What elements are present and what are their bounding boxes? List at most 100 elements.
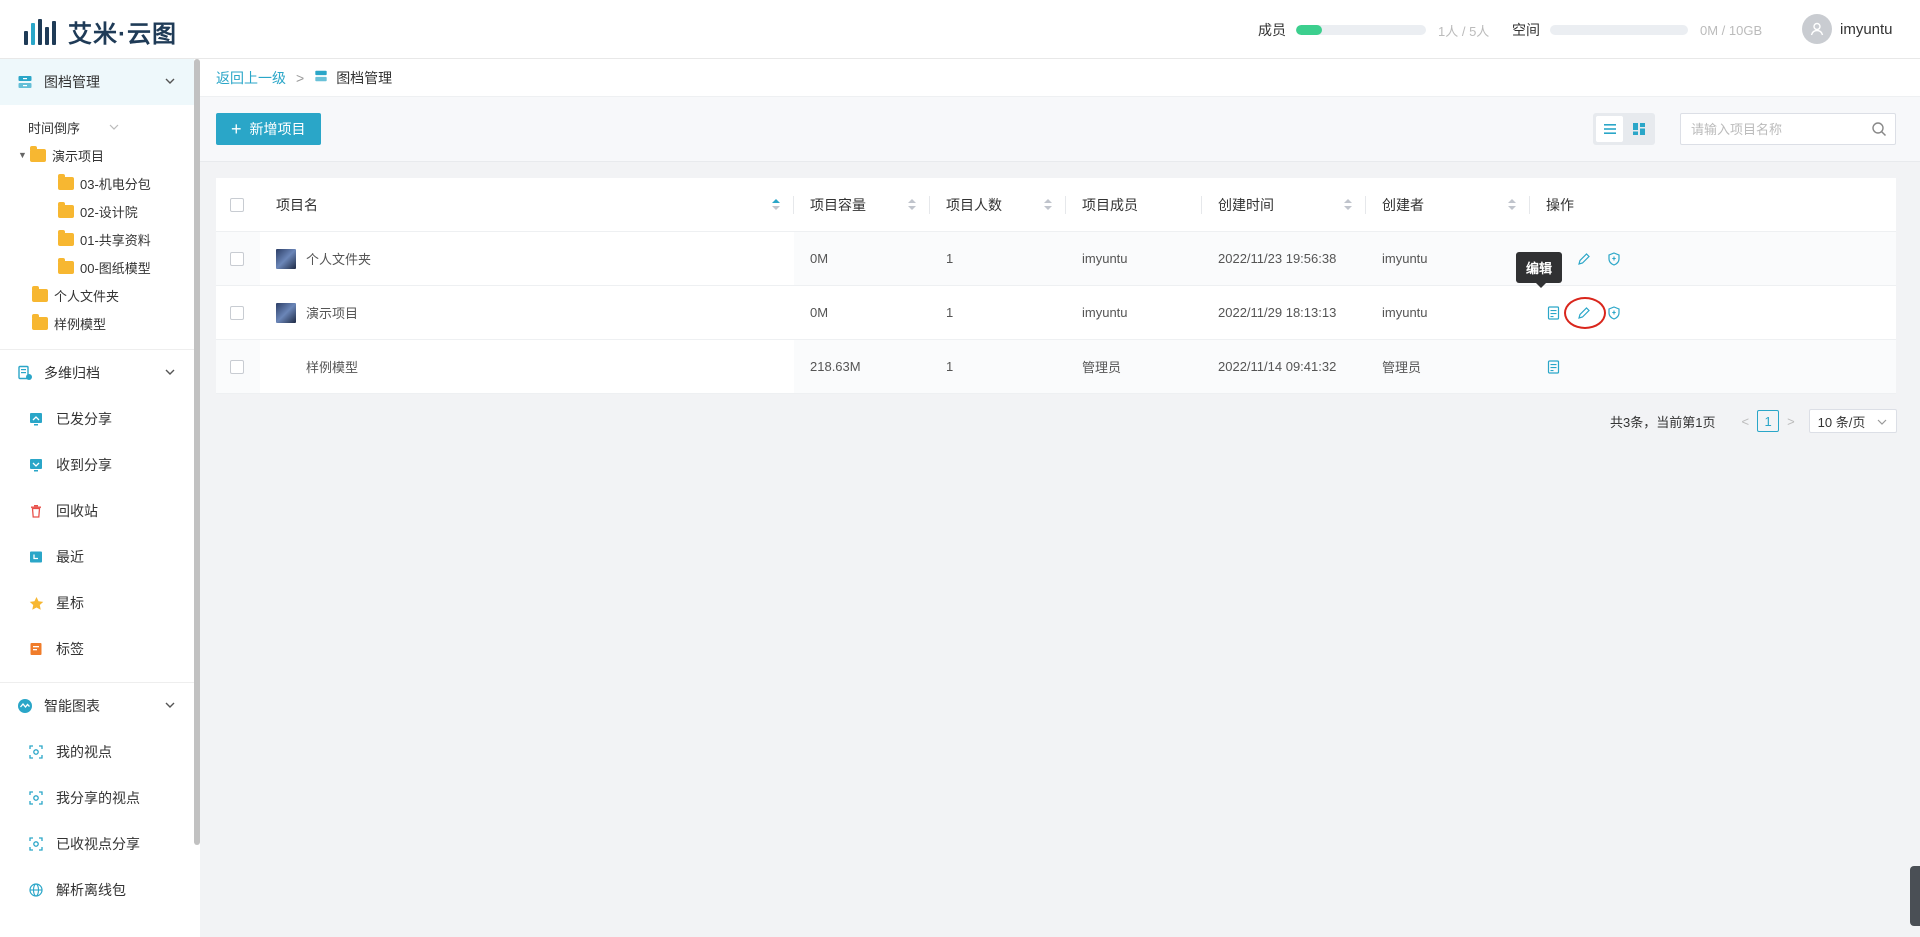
breadcrumb-back-link[interactable]: 返回上一级 — [216, 68, 286, 88]
view-toggle — [1593, 113, 1655, 145]
project-name[interactable]: 演示项目 — [306, 303, 358, 322]
folder-tree: 时间倒序 ▼ 演示项目 03-机电分包 02-设计院 01-共享资料 00-图纸… — [0, 105, 194, 343]
sidebar-item-tags[interactable]: 标签 — [0, 626, 194, 672]
permission-shield-icon[interactable] — [1606, 251, 1622, 267]
project-name[interactable]: 个人文件夹 — [306, 249, 371, 268]
column-header-name[interactable]: 项目名 — [260, 178, 794, 231]
actions-cell — [1530, 286, 1896, 339]
sort-icon[interactable] — [1344, 199, 1352, 211]
tree-item-label: 00-图纸模型 — [80, 260, 151, 276]
logo-bars-icon — [24, 18, 56, 45]
table-row[interactable]: 演示项目 0M 1 imyuntu 2022/11/29 18:13:13 im… — [216, 286, 1896, 340]
sidebar-section-multi[interactable]: 多维归档 — [0, 350, 194, 396]
column-header-creator[interactable]: 创建者 — [1366, 178, 1530, 231]
creator-value: 管理员 — [1382, 360, 1422, 375]
app-logo[interactable]: 艾米·云图 — [24, 14, 177, 49]
sidebar-item-shared-viewpoints[interactable]: 我分享的视点 — [0, 775, 194, 821]
list-view-button[interactable] — [1596, 116, 1623, 142]
add-project-button[interactable]: + 新增项目 — [216, 113, 321, 145]
tree-item-personal-folder[interactable]: 个人文件夹 — [0, 281, 194, 309]
sort-icon[interactable] — [1508, 199, 1516, 211]
count-value: 1 — [946, 251, 954, 266]
sidebar-section-archive[interactable]: 图档管理 — [0, 59, 194, 105]
sort-order-select[interactable]: 时间倒序 — [0, 113, 194, 141]
plus-icon: + — [231, 119, 242, 139]
sidebar-item-label: 星标 — [56, 595, 84, 611]
sidebar-scrollbar[interactable] — [194, 59, 200, 937]
sidebar-item-my-viewpoints[interactable]: 我的视点 — [0, 729, 194, 775]
select-all-checkbox[interactable] — [230, 197, 244, 212]
side-widget-handle[interactable] — [1910, 866, 1920, 926]
search-input[interactable] — [1681, 114, 1861, 144]
breadcrumb: 返回上一级 > 图档管理 — [200, 59, 1920, 97]
top-header: 艾米·云图 成员 1人 / 5人 空间 0M / 10GB imyuntu — [0, 0, 1920, 59]
folder-icon — [30, 145, 46, 162]
tag-icon — [28, 641, 44, 657]
row-checkbox[interactable] — [230, 359, 244, 374]
row-checkbox[interactable] — [230, 305, 244, 320]
prev-page-button[interactable]: < — [1741, 414, 1749, 429]
project-thumbnail — [276, 248, 296, 269]
caret-down-icon[interactable]: ▼ — [18, 150, 30, 160]
sort-icon[interactable] — [1044, 199, 1052, 211]
details-icon[interactable] — [1546, 359, 1562, 375]
search-icon[interactable] — [1871, 121, 1887, 137]
space-progress — [1550, 25, 1688, 35]
edit-icon[interactable] — [1564, 296, 1606, 329]
avatar[interactable] — [1802, 14, 1832, 44]
page-button-current[interactable]: 1 — [1757, 410, 1780, 432]
tree-item-design-institute[interactable]: 02-设计院 — [0, 197, 194, 225]
project-name-cell[interactable]: 个人文件夹 — [260, 232, 794, 285]
tree-item-demo-project[interactable]: ▼ 演示项目 — [0, 141, 194, 169]
page-size-select[interactable]: 10 条/页 — [1808, 409, 1897, 433]
column-header-created[interactable]: 创建时间 — [1202, 178, 1366, 231]
column-header-count[interactable]: 项目人数 — [930, 178, 1066, 231]
column-label: 操作 — [1546, 196, 1574, 213]
project-name-cell[interactable]: 演示项目 — [260, 286, 794, 339]
sidebar-item-trash[interactable]: 回收站 — [0, 488, 194, 534]
created-value: 2022/11/23 19:56:38 — [1218, 251, 1337, 266]
username[interactable]: imyuntu — [1840, 21, 1893, 38]
project-name-cell[interactable]: 样例模型 — [260, 340, 794, 393]
table-row[interactable]: 个人文件夹 0M 1 imyuntu 2022/11/23 19:56:38 i… — [216, 232, 1896, 286]
column-header-actions: 操作 — [1530, 178, 1896, 231]
column-label: 创建者 — [1382, 196, 1424, 213]
tree-item-mep[interactable]: 03-机电分包 — [0, 169, 194, 197]
sidebar-item-received-share[interactable]: 收到分享 — [0, 442, 194, 488]
sidebar-item-offline-package[interactable]: 解析离线包 — [0, 867, 194, 913]
project-name[interactable]: 样例模型 — [306, 357, 358, 376]
grid-view-button[interactable] — [1625, 116, 1652, 142]
breadcrumb-current-label: 图档管理 — [336, 69, 393, 86]
row-checkbox-cell — [216, 232, 260, 285]
tree-item-sample-model[interactable]: 样例模型 — [0, 309, 194, 337]
row-checkbox[interactable] — [230, 251, 244, 266]
smart-chart-icon — [16, 697, 34, 715]
row-checkbox-cell — [216, 340, 260, 393]
scrollbar-thumb[interactable] — [194, 59, 200, 845]
sent-share-icon — [28, 411, 44, 427]
creator-value: imyuntu — [1382, 251, 1428, 266]
tree-item-label: 01-共享资料 — [80, 232, 151, 248]
sidebar-item-label: 已收视点分享 — [56, 836, 140, 852]
sidebar-item-starred[interactable]: 星标 — [0, 580, 194, 626]
sidebar-item-sent-share[interactable]: 已发分享 — [0, 396, 194, 442]
edit-icon[interactable] — [1576, 251, 1592, 267]
created-cell: 2022/11/23 19:56:38 — [1202, 232, 1366, 285]
sidebar-section-smart[interactable]: 智能图表 — [0, 683, 194, 729]
user-icon — [1810, 22, 1824, 36]
permission-shield-icon[interactable] — [1606, 305, 1622, 321]
column-header-capacity[interactable]: 项目容量 — [794, 178, 930, 231]
sidebar-item-received-viewpoints[interactable]: 已收视点分享 — [0, 821, 194, 867]
sidebar-section-archive-label: 图档管理 — [44, 74, 100, 90]
space-stat: 空间 0M / 10GB — [1512, 20, 1762, 40]
next-page-button[interactable]: > — [1787, 414, 1795, 429]
sort-icon[interactable] — [908, 199, 916, 211]
sidebar-item-recent[interactable]: 最近 — [0, 534, 194, 580]
user-menu[interactable]: imyuntu — [1802, 14, 1893, 44]
tree-item-drawing-models[interactable]: 00-图纸模型 — [0, 253, 194, 281]
tree-item-shared-docs[interactable]: 01-共享资料 — [0, 225, 194, 253]
sort-icon[interactable] — [772, 199, 780, 211]
count-cell: 1 — [930, 232, 1066, 285]
table-row[interactable]: 样例模型 218.63M 1 管理员 2022/11/14 09:41:32 管… — [216, 340, 1896, 394]
details-icon[interactable] — [1546, 305, 1562, 321]
